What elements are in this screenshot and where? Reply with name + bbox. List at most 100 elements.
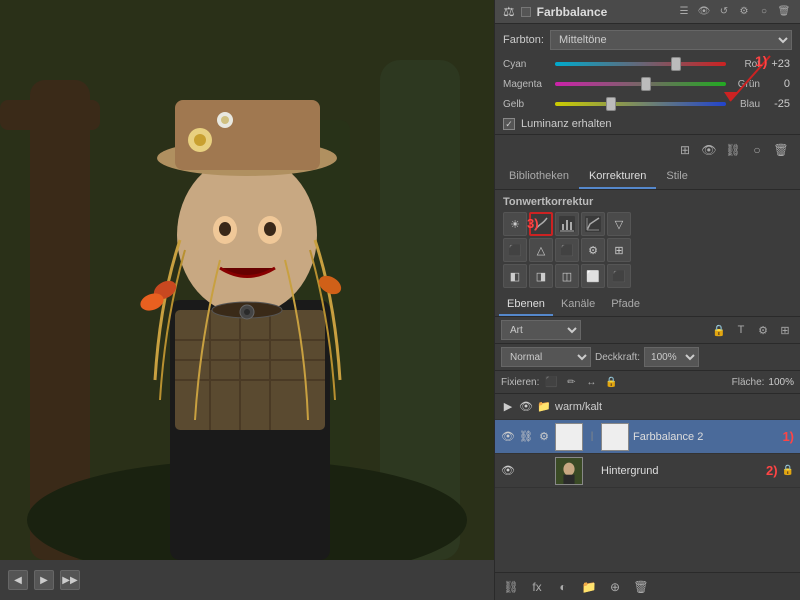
layer1-mask-thumb [601, 423, 629, 451]
corr-btn-brightness[interactable]: ☀ [503, 212, 527, 236]
tab-bibliotheken[interactable]: Bibliotheken [499, 165, 579, 189]
ebenen-tab-ebenen[interactable]: Ebenen [499, 294, 553, 316]
layer-group-warmkalt[interactable]: ▶ 👁 📁 warm/kalt [495, 394, 800, 420]
layer2-annotation: 2) [766, 463, 778, 478]
footer-circle-icon[interactable]: ◐ [553, 577, 573, 597]
mode-select[interactable]: Normal Auflösen Abdunkeln [501, 347, 591, 367]
flaeche-value: 100% [768, 377, 794, 388]
luminanz-label: Luminanz erhalten [521, 118, 612, 130]
main-tab-bar: Bibliotheken Korrekturen Stile [495, 165, 800, 190]
luminanz-checkbox[interactable]: ✓ [503, 118, 515, 130]
corr-btn-r3-2[interactable]: ◨ [529, 264, 553, 288]
corr-btn-r2-5[interactable]: ⊞ [607, 238, 631, 262]
layer2-lock: 🔒 [782, 465, 794, 476]
corr-btn-levels[interactable] [555, 212, 579, 236]
corr-btn-r2-2[interactable]: △ [529, 238, 553, 262]
panel-eye-icon[interactable]: 👁 [696, 4, 712, 20]
layer1-annotation: 1) [782, 429, 794, 444]
layers-list: ▶ 👁 📁 warm/kalt 👁 ⛓ ⚙ | Farbbalance 2 1)… [495, 394, 800, 572]
fix-icon-lock[interactable]: 🔒 [603, 374, 619, 390]
toolbar-grid-icon[interactable]: ⊞ [674, 139, 696, 161]
layer-farbbalance2[interactable]: 👁 ⛓ ⚙ | Farbbalance 2 1) [495, 420, 800, 454]
group-visibility-toggle[interactable]: ▶ [501, 400, 515, 414]
toolbar-eye2-icon[interactable]: ○ [746, 139, 768, 161]
ebenen-tab-pfade[interactable]: Pfade [603, 294, 648, 316]
farbbalance-header: ⚖ Farbbalance ☰ 👁 ↺ ⚙ ○ 🗑 [495, 0, 800, 24]
panel-eye2-icon[interactable]: ○ [756, 4, 772, 20]
fixieren-row: Fixieren: ⬛ ✏ ↔ 🔒 Fläche: 100% [495, 371, 800, 394]
corr-btn-r3-5[interactable]: ⬛ [607, 264, 631, 288]
art-select[interactable]: Art [501, 320, 581, 340]
toolbar-trash-icon[interactable]: 🗑 [770, 139, 792, 161]
flaeche-label: Fläche: [732, 377, 765, 388]
footer-fx-icon[interactable]: fx [527, 577, 547, 597]
fix-icon-square[interactable]: ⬛ [543, 374, 559, 390]
nav-play-btn[interactable]: ▶ [34, 570, 54, 590]
farbton-select[interactable]: Mitteltöne Tiefen Lichter [550, 30, 792, 50]
ebenen-settings-icon[interactable]: ⚙ [754, 321, 772, 339]
fixieren-label: Fixieren: [501, 377, 539, 388]
fix-icon-pencil[interactable]: ✏ [563, 374, 579, 390]
panel-reset-icon[interactable]: ↺ [716, 4, 732, 20]
group-name: warm/kalt [555, 401, 602, 413]
nav-prev-btn[interactable]: ◀ [8, 570, 28, 590]
gelb-blau-thumb[interactable] [606, 97, 616, 111]
corr-btn-r2-3[interactable]: ⬛ [555, 238, 579, 262]
footer-add-icon[interactable]: ⊕ [605, 577, 625, 597]
corr-btn-r2-4[interactable]: ⚙ [581, 238, 605, 262]
layer1-name: Farbbalance 2 [633, 431, 778, 443]
ebenen-t-icon[interactable]: T [732, 321, 750, 339]
cyan-rot-thumb[interactable] [671, 57, 681, 71]
ebenen-art-toolbar: Art 🔒 T ⚙ ⊞ [495, 317, 800, 344]
corr-btn-triangle[interactable]: ▽ [607, 212, 631, 236]
tab-korrekturen[interactable]: Korrekturen [579, 165, 656, 189]
corr-btn-chart[interactable] [581, 212, 605, 236]
deckkraft-select[interactable]: 100% 75% 50% [644, 347, 699, 367]
panel-header-icons: ☰ 👁 ↺ ⚙ ○ 🗑 [676, 4, 792, 20]
fix-icon-move[interactable]: ↔ [583, 374, 599, 390]
layer1-settings[interactable]: ⚙ [537, 430, 551, 444]
corr-btn-r3-1[interactable]: ◧ [503, 264, 527, 288]
corr-btn-r2-1[interactable]: ⬛ [503, 238, 527, 262]
panel-trash-icon[interactable]: 🗑 [776, 4, 792, 20]
layer1-eye[interactable]: 👁 [501, 430, 515, 444]
toolbar-chain-icon[interactable]: ⛓ [722, 139, 744, 161]
panel-toolbar: ⊞ 👁 ⛓ ○ 🗑 [495, 134, 800, 165]
ebenen-tab-kanaele[interactable]: Kanäle [553, 294, 603, 316]
footer-trash-icon[interactable]: 🗑 [631, 577, 651, 597]
ebenen-tab-bar: Ebenen Kanäle Pfade [495, 294, 800, 317]
layer-hintergrund[interactable]: 👁 Hintergrund 2) 🔒 [495, 454, 800, 488]
tab-stile[interactable]: Stile [656, 165, 697, 189]
corr-btn-r3-3[interactable]: ◫ [555, 264, 579, 288]
panel-settings-icon[interactable]: ⚙ [736, 4, 752, 20]
farbton-label: Farbton: [503, 34, 544, 46]
gelb-label: Gelb [503, 99, 551, 110]
gelb-blau-slider-container [555, 97, 726, 111]
cyan-rot-value: +23 [764, 58, 792, 70]
annotation-3: 3) [527, 216, 539, 231]
footer-folder-icon[interactable]: 📁 [579, 577, 599, 597]
layer2-eye[interactable]: 👁 [501, 464, 515, 478]
layer1-link[interactable]: ⛓ [519, 430, 533, 444]
korrekturen-section: Tonwertkorrektur ☀ [495, 190, 800, 294]
gelb-blau-track [555, 102, 726, 106]
cyan-label: Cyan [503, 59, 551, 70]
magenta-gruen-row: Magenta Grün 0 [495, 74, 800, 94]
korrekturen-label: Tonwertkorrektur [503, 196, 792, 208]
footer-link-icon[interactable]: ⛓ [501, 577, 521, 597]
cyan-rot-row: Cyan Rot +23 [495, 54, 800, 74]
image-bottom-bar: ◀ ▶ ▶▶ [0, 560, 494, 600]
gelb-blau-row: Gelb Blau -25 [495, 94, 800, 114]
ebenen-lock-icon[interactable]: 🔒 [710, 321, 728, 339]
magenta-gruen-thumb[interactable] [641, 77, 651, 91]
panel-list-icon[interactable]: ☰ [676, 4, 692, 20]
corr-btn-r3-4[interactable]: ⬜ [581, 264, 605, 288]
corrections-row1: ☀ [503, 212, 792, 236]
corrections-row3: ◧ ◨ ◫ ⬜ ⬛ [503, 264, 792, 288]
toolbar-eye-icon[interactable]: 👁 [698, 139, 720, 161]
toolbar-spacer [503, 139, 672, 161]
ebenen-grid-icon[interactable]: ⊞ [776, 321, 794, 339]
layers-footer: ⛓ fx ◐ 📁 ⊕ 🗑 [495, 572, 800, 600]
nav-next-btn[interactable]: ▶▶ [60, 570, 80, 590]
group-eye-icon[interactable]: 👁 [519, 400, 533, 414]
